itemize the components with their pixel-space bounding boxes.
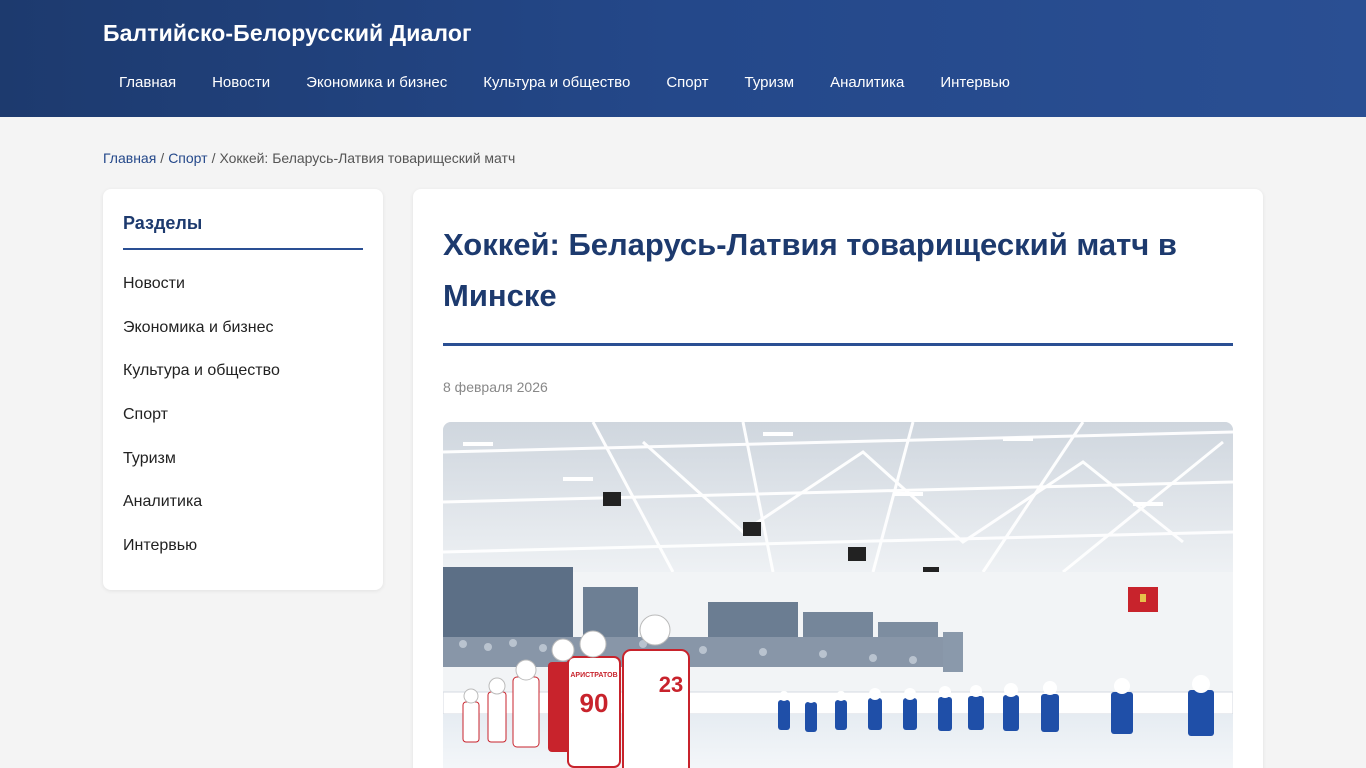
sidebar-link-tourism[interactable]: Туризм <box>123 450 176 468</box>
sidebar-link-news[interactable]: Новости <box>123 275 185 293</box>
nav-item-interview[interactable]: Интервью <box>922 72 1028 94</box>
sidebar-link-culture[interactable]: Культура и общество <box>123 362 280 380</box>
sidebar-item-interview: Интервью <box>123 524 363 568</box>
sidebar-item-sport: Спорт <box>123 393 363 437</box>
nav-item-news[interactable]: Новости <box>194 72 288 94</box>
site-header: Балтийско-Белорусский Диалог Главная Нов… <box>0 0 1366 117</box>
site-title[interactable]: Балтийско-Белорусский Диалог <box>103 20 472 47</box>
nav-item-home[interactable]: Главная <box>101 72 194 94</box>
breadcrumb-home[interactable]: Главная <box>103 150 156 166</box>
sidebar-link-interview[interactable]: Интервью <box>123 537 197 555</box>
breadcrumb-section[interactable]: Спорт <box>168 150 207 166</box>
sidebar-link-analytics[interactable]: Аналитика <box>123 493 202 511</box>
nav-item-sport[interactable]: Спорт <box>648 72 726 94</box>
nav-item-culture[interactable]: Культура и общество <box>465 72 648 94</box>
sidebar-item-analytics: Аналитика <box>123 480 363 524</box>
sidebar-list: Новости Экономика и бизнес Культура и об… <box>123 262 363 568</box>
breadcrumb-separator: / <box>160 150 165 166</box>
hockey-arena-photo: 90 АРИСТРАТОВ 23 <box>443 422 1233 768</box>
article-title: Хоккей: Беларусь-Латвия товарищеский мат… <box>443 219 1233 346</box>
article-date: 8 февраля 2026 <box>443 379 548 395</box>
sidebar-title: Разделы <box>123 213 363 250</box>
jersey-name: АРИСТРАТОВ <box>570 672 617 679</box>
sidebar-item-news: Новости <box>123 262 363 306</box>
main-nav: Главная Новости Экономика и бизнес Культ… <box>101 72 1028 94</box>
nav-item-analytics[interactable]: Аналитика <box>812 72 922 94</box>
article: Хоккей: Беларусь-Латвия товарищеский мат… <box>413 189 1263 768</box>
sidebar: Разделы Новости Экономика и бизнес Культ… <box>103 189 383 590</box>
sidebar-item-culture: Культура и общество <box>123 349 363 393</box>
sidebar-link-economy[interactable]: Экономика и бизнес <box>123 319 274 337</box>
sidebar-item-tourism: Туризм <box>123 437 363 481</box>
jersey-number: 90 <box>580 688 609 718</box>
nav-item-economy[interactable]: Экономика и бизнес <box>288 72 465 94</box>
nav-item-tourism[interactable]: Туризм <box>727 72 813 94</box>
breadcrumb-current: Хоккей: Беларусь-Латвия товарищеский мат… <box>219 150 516 166</box>
sidebar-item-economy: Экономика и бизнес <box>123 306 363 350</box>
breadcrumb: Главная / Спорт / Хоккей: Беларусь-Латвия то… <box>103 150 515 166</box>
breadcrumb-separator: / <box>211 150 216 166</box>
article-photo: 90 АРИСТРАТОВ 23 <box>443 422 1233 768</box>
jersey-number: 23 <box>659 672 683 697</box>
sidebar-link-sport[interactable]: Спорт <box>123 406 168 424</box>
